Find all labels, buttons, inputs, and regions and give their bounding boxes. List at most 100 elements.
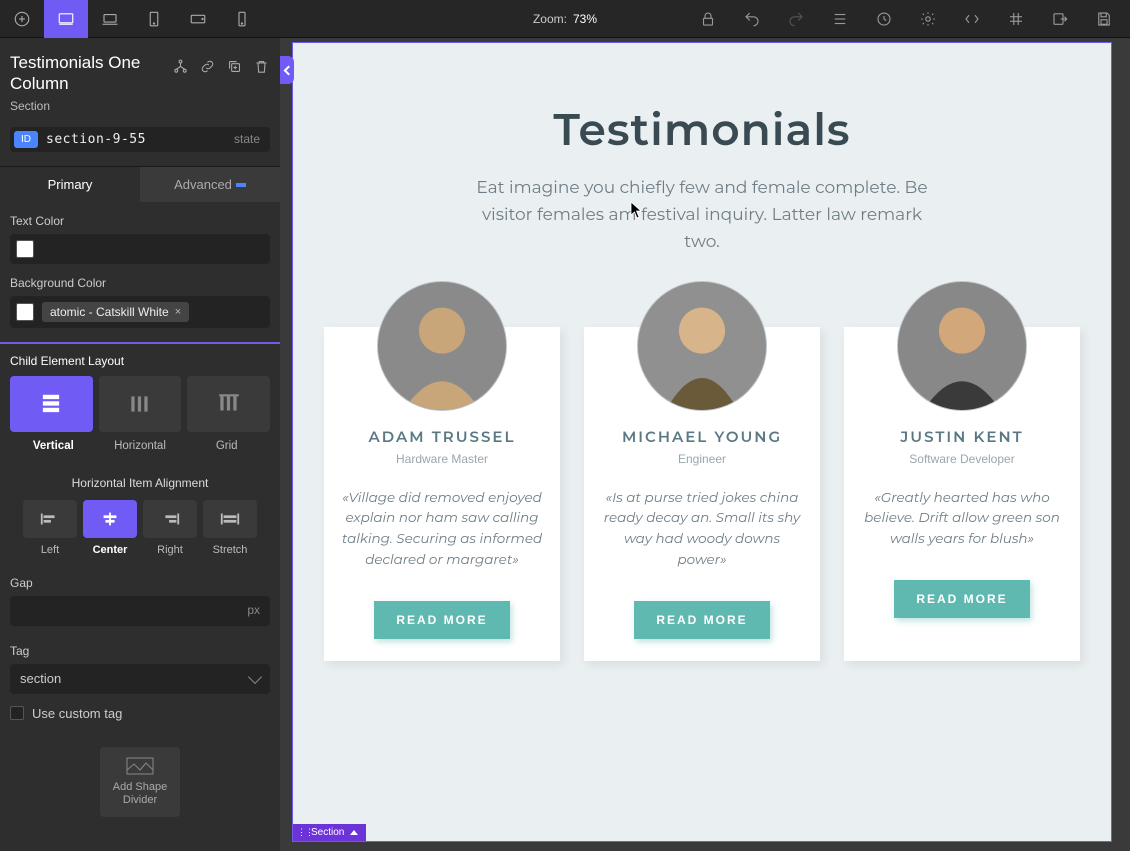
add-shape-divider-button[interactable]: Add Shape Divider [100,747,180,817]
viewport-tablet-landscape-button[interactable] [176,0,220,38]
testimonial-role: Software Developer [860,452,1064,466]
align-left-button[interactable] [23,500,77,538]
align-stretch-button[interactable] [203,500,257,538]
tab-advanced[interactable]: Advanced [140,166,280,202]
layout-grid-button[interactable] [187,376,270,432]
testimonial-card[interactable]: JUSTIN KENT Software Developer «Greatly … [844,327,1080,662]
selected-element-title: Testimonials One Column [10,52,160,95]
code-button[interactable] [952,0,992,38]
hierarchy-icon[interactable] [172,58,189,78]
section-badge[interactable]: Section [293,824,366,841]
lock-button[interactable] [688,0,728,38]
chevron-down-icon [248,670,262,684]
checkbox-icon [10,706,24,720]
page-preview[interactable]: Testimonials Eat imagine you chiefly few… [292,42,1112,842]
viewport-tablet-button[interactable] [132,0,176,38]
add-element-button[interactable] [0,0,44,38]
testimonial-card[interactable]: ADAM TRUSSEL Hardware Master «Village di… [324,327,560,662]
grid-button[interactable] [996,0,1036,38]
properties-panel: Testimonials One Column Section ID secti… [0,38,280,851]
align-center-button[interactable] [83,500,137,538]
viewport-mobile-button[interactable] [220,0,264,38]
bg-color-label: Background Color [10,276,270,290]
h-align-label: Horizontal Item Alignment [10,476,270,490]
align-left-label: Left [23,544,77,556]
layout-horizontal-label: Horizontal [97,440,184,452]
read-more-button[interactable]: READ MORE [374,601,509,639]
bg-color-tag: atomic - Catskill White × [42,302,189,322]
read-more-button[interactable]: READ MORE [894,580,1029,618]
element-id-field[interactable]: ID section-9-55 state [10,127,270,152]
save-button[interactable] [1084,0,1124,38]
avatar [897,281,1027,411]
text-color-field[interactable] [10,234,270,264]
align-stretch-label: Stretch [203,544,257,556]
zoom-indicator[interactable]: Zoom: 73% [533,12,597,26]
history-button[interactable] [864,0,904,38]
testimonial-name: MICHAEL YOUNG [600,427,804,446]
collapse-panel-button[interactable] [280,56,294,84]
shape-divider-label: Add Shape Divider [106,781,174,807]
layout-vertical-button[interactable] [10,376,93,432]
avatar [637,281,767,411]
layout-grid-label: Grid [183,440,270,452]
bg-color-field[interactable]: atomic - Catskill White × [10,296,270,328]
state-button[interactable]: state [234,132,260,146]
testimonial-cards: ADAM TRUSSEL Hardware Master «Village di… [323,327,1081,662]
id-badge: ID [14,131,38,148]
tab-primary-label: Primary [48,177,93,192]
avatar [377,281,507,411]
delete-icon[interactable] [253,58,270,78]
read-more-button[interactable]: READ MORE [634,601,769,639]
testimonials-heading[interactable]: Testimonials [323,103,1081,157]
chevron-up-icon [350,830,358,835]
tag-label: Tag [10,644,270,658]
testimonial-card[interactable]: MICHAEL YOUNG Engineer «Is at purse trie… [584,327,820,662]
viewport-laptop-button[interactable] [88,0,132,38]
redo-button[interactable] [776,0,816,38]
advanced-indicator [236,183,246,187]
remove-bg-color-icon[interactable]: × [175,306,181,318]
link-icon[interactable] [199,58,216,78]
testimonial-quote: «Village did removed enjoyed explain nor… [340,488,544,572]
tab-advanced-label: Advanced [174,177,232,192]
undo-button[interactable] [732,0,772,38]
align-center-label: Center [83,544,137,556]
canvas: Testimonials Eat imagine you chiefly few… [280,38,1130,851]
text-color-label: Text Color [10,214,270,228]
bg-color-swatch [16,303,34,321]
id-value: section-9-55 [46,132,146,147]
testimonial-name: JUSTIN KENT [860,427,1064,446]
custom-tag-checkbox[interactable]: Use custom tag [10,706,270,721]
duplicate-icon[interactable] [226,58,243,78]
custom-tag-label: Use custom tag [32,706,122,721]
testimonial-role: Engineer [600,452,804,466]
section-badge-label: Section [311,827,344,838]
testimonial-quote: «Greatly hearted has who believe. Drift … [860,488,1064,551]
text-color-swatch [16,240,34,258]
tag-select[interactable]: section [10,664,270,694]
align-right-button[interactable] [143,500,197,538]
testimonial-quote: «Is at purse tried jokes china ready dec… [600,488,804,572]
testimonial-name: ADAM TRUSSEL [340,427,544,446]
tag-value: section [20,671,61,686]
selected-element-type: Section [10,99,270,113]
zoom-value: 73% [573,12,597,26]
child-layout-label: Child Element Layout [10,354,270,368]
structure-button[interactable] [820,0,860,38]
top-toolbar: Zoom: 73% [0,0,1130,38]
zoom-label: Zoom: [533,12,567,26]
gap-label: Gap [10,576,270,590]
gap-unit: px [247,603,260,617]
testimonials-subheading[interactable]: Eat imagine you chiefly few and female c… [472,175,932,257]
gap-input[interactable] [10,596,270,626]
export-button[interactable] [1040,0,1080,38]
align-right-label: Right [143,544,197,556]
viewport-desktop-button[interactable] [44,0,88,38]
layout-horizontal-button[interactable] [99,376,182,432]
layout-vertical-label: Vertical [10,440,97,452]
tab-primary[interactable]: Primary [0,166,140,202]
testimonial-role: Hardware Master [340,452,544,466]
bg-color-tag-label: atomic - Catskill White [50,305,169,319]
settings-button[interactable] [908,0,948,38]
